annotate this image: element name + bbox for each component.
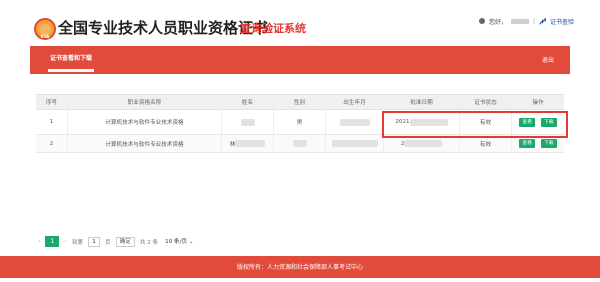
column-header-status: 证书状态 — [460, 95, 512, 109]
column-header-name: 姓名 — [222, 95, 274, 109]
column-header-birth: 出生年月 — [326, 95, 384, 109]
current-page-button[interactable]: 1 — [45, 236, 60, 247]
cell-qualification: 计算机技术与软件专业技术资格 — [68, 110, 222, 134]
cell-index: 1 — [36, 110, 68, 134]
greeting-text: 您好， — [488, 18, 507, 26]
user-area: 您好， | 证书查验 — [478, 15, 574, 27]
site-footer: 版权所有：人力资源和社会保障部人事考试中心 — [0, 256, 600, 278]
logo-shine — [39, 24, 51, 34]
masked-username — [510, 18, 529, 24]
column-header-index: 序号 — [36, 95, 68, 109]
page-size-value: 10 条/页 — [165, 238, 188, 245]
column-header-approval-date: 批准日期 — [384, 95, 460, 109]
page-root: PTA 全国专业技术人员职业资格证书 查询验证系统 您好， | 证书查验 证书查… — [0, 0, 600, 282]
highlight-annotation-box — [382, 111, 568, 138]
masked-birth — [339, 118, 370, 126]
goto-label: 到第 — [71, 239, 84, 246]
pagination: ‹ 1 › 到第 1 页 确定 共 2 条 10 条/页 ⌄ — [38, 236, 196, 247]
view-button[interactable]: 查看 — [519, 139, 535, 148]
footer-bottom-strip — [0, 278, 600, 282]
verify-share-icon — [539, 17, 546, 25]
prev-page-button[interactable]: ‹ — [38, 238, 40, 245]
total-count: 共 2 条 — [139, 239, 159, 246]
header-separator: | — [532, 17, 535, 25]
masked-name — [240, 118, 255, 126]
page-subtitle: 查询验证系统 — [240, 22, 306, 35]
page-size-select[interactable]: 10 条/页 ⌄ — [163, 237, 195, 247]
cell-name: 林 — [222, 135, 274, 152]
cell-birth — [326, 135, 384, 152]
cell-name — [222, 110, 274, 134]
chevron-down-icon: ⌄ — [188, 238, 194, 245]
masked-approval-date — [404, 140, 443, 147]
logout-link[interactable]: 退出 — [542, 55, 554, 64]
cell-gender — [274, 135, 326, 152]
cell-index: 2 — [36, 135, 68, 152]
masked-name — [235, 140, 266, 147]
next-page-button[interactable]: › — [64, 238, 66, 245]
footer-copyright: 版权所有：人力资源和社会保障部人事考试中心 — [236, 264, 363, 271]
page-unit-label: 页 — [105, 239, 111, 246]
page-number-input[interactable]: 1 — [88, 236, 101, 247]
column-header-actions: 操作 — [532, 100, 544, 106]
main-nav-bar: 证书查看和下载 退出 — [30, 46, 570, 74]
download-button[interactable]: 下载 — [541, 139, 557, 148]
cell-birth — [326, 110, 384, 134]
column-header-gender: 性别 — [274, 95, 326, 109]
page-title: 全国专业技术人员职业资格证书 — [58, 19, 269, 37]
active-tab-underline — [48, 69, 94, 72]
column-header-qualification: 职业资格名称 — [68, 95, 222, 109]
cell-qualification: 计算机技术与软件专业技术资格 — [68, 135, 222, 152]
user-icon — [478, 18, 485, 24]
tab-certificate-view-download[interactable]: 证书查看和下载 — [50, 54, 92, 64]
certificate-verify-link[interactable]: 证书查验 — [550, 17, 574, 26]
cell-gender: 男 — [274, 110, 326, 134]
pta-logo: PTA — [34, 18, 56, 40]
masked-gender — [292, 140, 307, 147]
confirm-page-button[interactable]: 确定 — [115, 236, 135, 247]
site-header: PTA 全国专业技术人员职业资格证书 查询验证系统 您好， | 证书查验 — [0, 0, 600, 46]
table-header-row: 序号 职业资格名称 姓名 性别 出生年月 批准日期 证书状态 操作 — [36, 94, 564, 110]
masked-birth — [331, 140, 378, 147]
logo-text: PTA — [40, 34, 50, 39]
